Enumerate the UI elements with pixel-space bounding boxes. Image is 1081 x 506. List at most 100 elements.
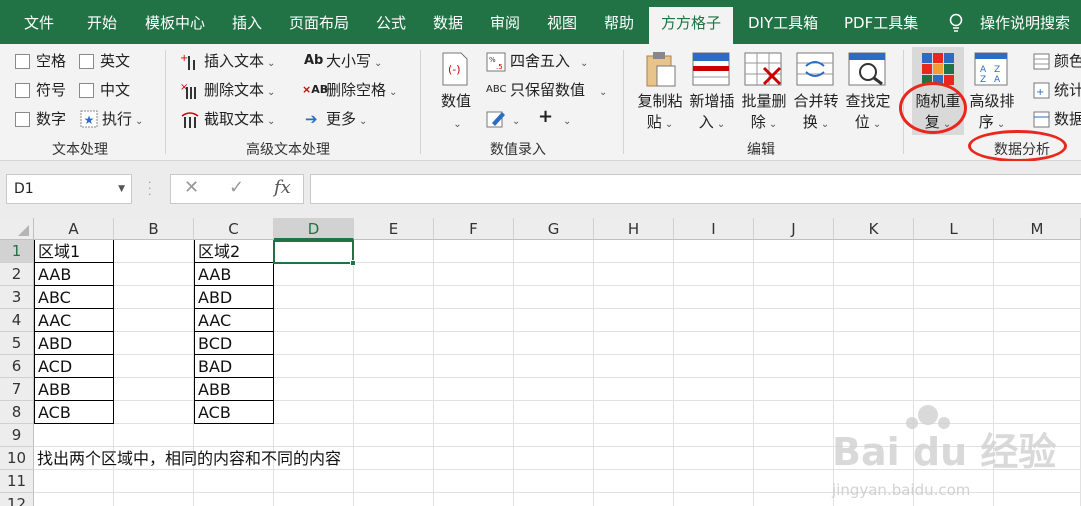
keep-value-button[interactable]: 只保留数值 ⌄ xyxy=(510,78,607,102)
tab-file[interactable]: 文件 xyxy=(24,0,54,44)
ribbon: 空格 英文 符号 中文 数字 ★ 执行 ⌄ 文本处理 + 插入文本 ⌄ × 删除文本… xyxy=(0,44,1081,162)
batch-delete-button[interactable]: 批量删除 ⌄ xyxy=(738,91,790,135)
extract-text-icon xyxy=(181,112,199,128)
copy-paste-dropdown-icon: ⌄ xyxy=(664,119,674,130)
delete-space-icon: ×AB xyxy=(302,83,329,96)
color-button[interactable]: 颜色 xyxy=(1054,49,1081,73)
svg-text:Z: Z xyxy=(994,65,1000,75)
region2-cell[interactable]: BCD xyxy=(194,332,274,355)
region1-cell[interactable]: ACD xyxy=(34,355,114,378)
region2-cell[interactable]: AAC xyxy=(194,309,274,332)
checkbox-chinese-label: 中文 xyxy=(100,81,131,99)
region1-cell[interactable]: ACB xyxy=(34,401,114,424)
baidu-jingyan-watermark: Bai du 经验 jingyan.baidu.com xyxy=(831,405,1056,499)
more-button[interactable]: 更多 ⌄ xyxy=(326,107,367,131)
merge-convert-label-2: 换 xyxy=(802,113,818,131)
tab-view[interactable]: 视图 xyxy=(547,0,577,44)
tab-template-center[interactable]: 模板中心 xyxy=(145,0,205,44)
value-button[interactable]: 数值 ⌄ xyxy=(438,91,474,135)
tab-page-layout[interactable]: 页面布局 xyxy=(289,0,349,44)
enter-icon[interactable]: ✓ xyxy=(229,177,244,198)
plus-icon[interactable]: + xyxy=(538,105,553,129)
find-locate-label-1: 查找定 xyxy=(845,92,891,110)
tab-diy-toolbox[interactable]: DIY工具箱 xyxy=(748,0,818,44)
tab-pdf-tools[interactable]: PDF工具集 xyxy=(844,0,918,44)
cancel-icon[interactable]: ✕ xyxy=(184,177,199,198)
svg-text:.5: .5 xyxy=(496,63,503,71)
stats-icon: + xyxy=(1033,82,1050,99)
merge-convert-dropdown-icon: ⌄ xyxy=(820,119,830,130)
region2-cell[interactable]: ABB xyxy=(194,378,274,401)
region1-cell[interactable]: AAB xyxy=(34,263,114,286)
data-icon xyxy=(1033,111,1050,128)
new-insert-label-1: 新增插 xyxy=(689,92,735,110)
merge-convert-button[interactable]: 合并转换 ⌄ xyxy=(790,91,842,135)
new-insert-button[interactable]: 新增插入 ⌄ xyxy=(686,91,738,135)
execute-button[interactable]: 执行 ⌄ xyxy=(102,107,143,131)
execute-label: 执行 xyxy=(102,110,133,128)
execute-dropdown-icon: ⌄ xyxy=(135,116,144,127)
clipboard-icon xyxy=(646,52,676,87)
insert-function-icon[interactable]: fx xyxy=(274,177,291,198)
checkbox-english[interactable] xyxy=(79,54,94,69)
tab-formulas[interactable]: 公式 xyxy=(376,0,406,44)
insert-text-button[interactable]: 插入文本 ⌄ xyxy=(204,49,275,73)
delete-text-button[interactable]: 删除文本 ⌄ xyxy=(204,78,275,102)
tab-help[interactable]: 帮助 xyxy=(604,0,634,44)
region2-cell[interactable]: ACB xyxy=(194,401,274,424)
delete-text-label: 删除文本 xyxy=(204,81,265,99)
name-box-value: D1 xyxy=(14,181,34,197)
tab-review[interactable]: 审阅 xyxy=(490,0,520,44)
region1-cell[interactable]: ABB xyxy=(34,378,114,401)
fill-handle[interactable] xyxy=(350,260,356,266)
round-icon: % .5 xyxy=(486,52,506,72)
checkbox-chinese[interactable] xyxy=(79,83,94,98)
spreadsheet-grid[interactable]: ABCDEFGHIJKLM 1 2 3 4 5 6 7 8 9 10 11 12 区域1 AAB ABC A… xyxy=(0,218,1081,506)
data-button[interactable]: 数据 xyxy=(1054,107,1081,131)
tell-me-search[interactable]: 操作说明搜索 xyxy=(980,0,1070,44)
delete-space-button[interactable]: 删除空格 ⌄ xyxy=(326,78,397,102)
round-dropdown-icon: ⌄ xyxy=(580,58,589,69)
checkbox-space[interactable] xyxy=(15,54,30,69)
region1-cell[interactable]: AAC xyxy=(34,309,114,332)
tab-data[interactable]: 数据 xyxy=(433,0,463,44)
stats-button[interactable]: 统计 xyxy=(1054,78,1081,102)
round-button[interactable]: 四舍五入 ⌄ xyxy=(510,49,588,73)
svg-text:★: ★ xyxy=(84,113,95,127)
plus-dropdown-icon[interactable]: ⌄ xyxy=(560,107,571,131)
region1-cell[interactable]: ABD xyxy=(34,332,114,355)
region2-cell[interactable]: AAB xyxy=(194,263,274,286)
region2-cell[interactable]: BAD xyxy=(194,355,274,378)
formula-input[interactable] xyxy=(310,174,1081,204)
region1-cell[interactable]: ABC xyxy=(34,286,114,309)
more-dropdown-icon: ⌄ xyxy=(359,116,368,127)
active-cell-outline[interactable] xyxy=(273,240,354,264)
checkbox-symbol[interactable] xyxy=(15,83,30,98)
checkbox-number[interactable] xyxy=(15,112,30,127)
find-locate-button[interactable]: 查找定位 ⌄ xyxy=(842,91,894,135)
region2-cell[interactable]: ABD xyxy=(194,286,274,309)
batch-delete-icon xyxy=(744,52,782,86)
copy-paste-label-2: 贴 xyxy=(646,113,662,131)
adv-sort-button[interactable]: 高级排序 ⌄ xyxy=(966,91,1018,135)
adv-sort-label-2: 序 xyxy=(978,113,994,131)
region1-cell[interactable]: 区域1 xyxy=(34,240,114,263)
name-box[interactable]: D1 ▼ xyxy=(6,174,132,204)
extract-text-button[interactable]: 截取文本 ⌄ xyxy=(204,107,275,131)
new-insert-dropdown-icon: ⌄ xyxy=(716,119,726,130)
case-dropdown-icon: ⌄ xyxy=(374,58,383,69)
checkbox-symbol-label: 符号 xyxy=(36,81,67,99)
region2-cell[interactable]: 区域2 xyxy=(194,240,274,263)
case-button[interactable]: 大小写 ⌄ xyxy=(326,49,382,73)
copy-paste-button[interactable]: 复制粘贴 ⌄ xyxy=(634,91,686,135)
svg-text:A: A xyxy=(980,65,987,75)
name-box-dropdown-icon[interactable]: ▼ xyxy=(118,175,125,203)
note-cell-a10[interactable]: 找出两个区域中，相同的内容和不同的内容 xyxy=(34,447,341,470)
edit-pen-dropdown-icon[interactable]: ⌄ xyxy=(509,107,520,131)
tab-ffgz[interactable]: 方方格子 xyxy=(649,7,734,44)
tab-insert[interactable]: 插入 xyxy=(232,0,262,44)
more-label: 更多 xyxy=(326,110,357,128)
svg-text:Z: Z xyxy=(980,75,986,85)
tab-home[interactable]: 开始 xyxy=(87,0,117,44)
edit-pen-icon[interactable] xyxy=(486,109,506,129)
